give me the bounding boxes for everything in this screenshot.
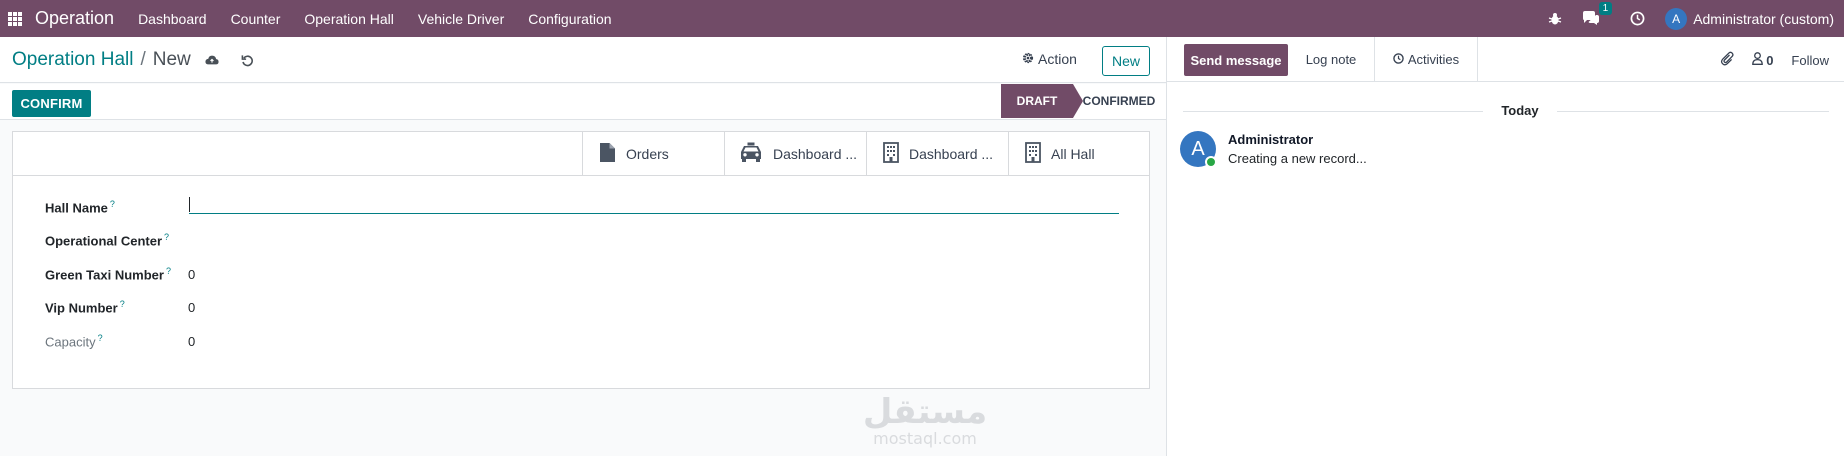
activities-label: Activities <box>1407 52 1460 67</box>
building-icon <box>1025 141 1041 166</box>
smart-button-label: Orders <box>626 145 669 162</box>
debug-bug-icon[interactable] <box>1548 12 1562 26</box>
help-tooltip-icon[interactable]: ? <box>166 266 171 276</box>
menu-item-configuration[interactable]: Configuration <box>528 11 611 27</box>
message-body: Creating a new record... <box>1228 151 1367 166</box>
building-icon <box>883 141 899 166</box>
field-operational-center: Operational Center? <box>45 232 188 248</box>
discard-undo-icon[interactable] <box>241 54 254 67</box>
field-label: Capacity? <box>45 333 103 350</box>
breadcrumb-current: New <box>152 49 191 70</box>
smart-button-label: Dashboard ... <box>773 145 858 162</box>
online-status-indicator <box>1205 156 1217 168</box>
chatter-topbar: Send message Log note Activities 0 Follo… <box>1167 37 1844 82</box>
paperclip-icon[interactable] <box>1720 51 1734 69</box>
chatter-topbar-right: 0 Follow <box>1720 51 1829 69</box>
navbar-systray: 1 A Administrator (custom) <box>1538 0 1844 37</box>
breadcrumb-parent-link[interactable]: Operation Hall <box>12 49 133 71</box>
action-label: Action <box>1038 51 1077 67</box>
form-statusbar: CONFIRM DRAFT CONFIRMED <box>0 84 1166 120</box>
confirm-button[interactable]: CONFIRM <box>12 90 91 117</box>
log-note-button[interactable]: Log note <box>1288 37 1374 82</box>
field-label: Green Taxi Number? <box>45 266 171 283</box>
menu-item-dashboard[interactable]: Dashboard <box>138 11 207 27</box>
help-tooltip-icon[interactable]: ? <box>110 199 115 209</box>
app-name[interactable]: Operation <box>35 8 114 29</box>
watermark-arabic: مستقل <box>862 392 988 432</box>
field-vip-number: Vip Number? 0 <box>45 299 195 315</box>
user-menu[interactable]: A Administrator (custom) <box>1665 7 1844 30</box>
smart-button-box: Orders Dashboard ... Dashboard ... All H… <box>13 132 1149 176</box>
stage-draft[interactable]: DRAFT <box>1001 84 1073 118</box>
save-cloud-icon[interactable] <box>205 54 219 66</box>
help-tooltip-icon[interactable]: ? <box>120 299 125 309</box>
user-avatar: A <box>1665 7 1688 30</box>
date-separator-label: Today <box>1501 103 1539 118</box>
smart-button-label: All Hall <box>1051 145 1095 162</box>
text-cursor <box>189 197 190 212</box>
hall-name-input[interactable] <box>189 194 1119 214</box>
menu-item-counter[interactable]: Counter <box>231 11 281 27</box>
chatter-panel: Send message Log note Activities 0 Follo… <box>1166 37 1844 456</box>
gear-icon <box>1022 51 1034 67</box>
stage-confirmed[interactable]: CONFIRMED <box>1083 84 1156 118</box>
field-label: Hall Name? <box>45 199 115 216</box>
message-author[interactable]: Administrator <box>1228 132 1313 147</box>
field-capacity: Capacity? 0 <box>45 333 195 349</box>
smart-button-all-hall[interactable]: All Hall <box>1008 132 1150 175</box>
taxi-icon <box>739 142 763 165</box>
smart-button-dashboard-taxi[interactable]: Dashboard ... <box>724 132 866 175</box>
field-label: Vip Number? <box>45 299 125 316</box>
followers-count: 0 <box>1766 52 1774 68</box>
activity-clock-icon[interactable] <box>1630 11 1645 26</box>
form-view: Operation Hall / New Action New CONFIRM … <box>0 37 1166 456</box>
capacity-value: 0 <box>188 333 196 349</box>
breadcrumb-separator: / <box>140 49 146 70</box>
separator-line <box>1183 111 1483 112</box>
help-tooltip-icon[interactable]: ? <box>164 232 169 242</box>
menu-item-vehicle-driver[interactable]: Vehicle Driver <box>418 11 504 27</box>
follow-button[interactable]: Follow <box>1791 53 1829 68</box>
help-tooltip-icon[interactable]: ? <box>98 333 103 343</box>
followers-button[interactable]: 0 <box>1752 52 1773 68</box>
control-panel: Operation Hall / New Action New <box>0 37 1166 83</box>
form-sheet: Orders Dashboard ... Dashboard ... All H… <box>12 131 1150 389</box>
send-message-button[interactable]: Send message <box>1184 44 1288 76</box>
breadcrumb: Operation Hall / New <box>12 49 254 71</box>
messages-icon[interactable]: 1 <box>1582 2 1613 26</box>
top-navbar: Operation Dashboard Counter Operation Ha… <box>0 0 1844 37</box>
green-taxi-number-field[interactable]: 0 <box>188 267 195 282</box>
field-label: Operational Center? <box>45 232 170 249</box>
date-separator: Today <box>1167 103 1844 119</box>
smart-button-dashboard-building[interactable]: Dashboard ... <box>866 132 1008 175</box>
activities-button[interactable]: Activities <box>1374 37 1478 82</box>
field-green-taxi-number: Green Taxi Number? 0 <box>45 266 195 282</box>
action-menu-button[interactable]: Action <box>1022 51 1077 67</box>
watermark-latin: mostaql.com <box>873 429 977 448</box>
user-icon <box>1752 52 1764 68</box>
menu-item-operation-hall[interactable]: Operation Hall <box>304 11 394 27</box>
apps-menu-icon[interactable] <box>8 11 22 26</box>
file-icon <box>599 142 616 166</box>
new-record-button[interactable]: New <box>1102 46 1150 76</box>
smart-button-orders[interactable]: Orders <box>582 132 724 175</box>
field-hall-name: Hall Name? <box>45 199 188 215</box>
smart-button-label: Dashboard ... <box>909 145 994 162</box>
stage-draft-arrow <box>1073 84 1083 118</box>
separator-line <box>1557 111 1829 112</box>
vip-number-field[interactable]: 0 <box>188 300 195 315</box>
clock-icon <box>1393 52 1404 67</box>
messages-count-badge: 1 <box>1598 2 1613 15</box>
user-name: Administrator (custom) <box>1693 10 1834 27</box>
watermark: مستقل mostaql.com <box>860 394 990 448</box>
